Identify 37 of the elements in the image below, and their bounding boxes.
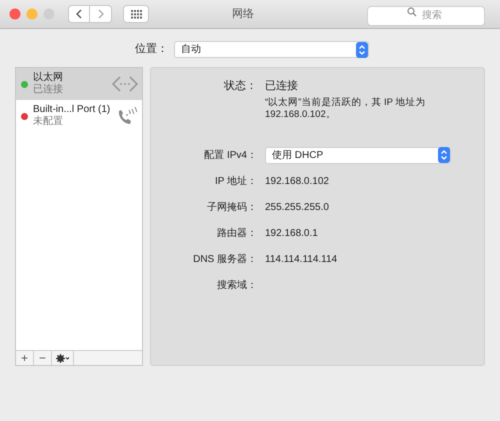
config-label: 配置 IPv4： [203,148,257,162]
field-label: IP 地址： [214,174,257,188]
search-icon [407,7,417,17]
chevron-left-icon [76,9,82,19]
status-label: 状态： [223,78,257,94]
back-button[interactable] [68,5,90,23]
service-status: 未配置 [33,116,64,128]
status-value: 已连接 [265,78,299,94]
toolbar-button[interactable]: + [16,351,34,365]
field-value: 255.255.255.0 [265,200,330,214]
show-all-button[interactable] [123,5,149,23]
service-name: Built-in...l Port (1) [33,104,111,116]
service-name: 以太网 [33,72,64,84]
gear-icon [56,354,70,362]
service-status: 已连接 [33,84,64,96]
location-select[interactable]: 自动 [174,41,369,58]
field-label: DNS 服务器： [192,252,257,266]
config-select[interactable]: 使用 DHCP [265,146,451,164]
field-label: 子网掩码： [206,200,257,214]
service-item[interactable]: 以太网 已连接 [16,68,142,100]
status-note: “以太网”当前是活跃的，其 IP 地址为 192.168.0.102。 [265,96,426,120]
chevron-right-icon [98,9,104,19]
window-title: 网络 [232,6,254,22]
grid-icon [130,10,142,18]
search-field[interactable]: 搜索 [367,6,485,26]
stepper-icon [438,147,450,163]
location-label: 位置： [135,42,168,58]
field-value: 192.168.0.102 [265,174,330,188]
field-value: 192.168.0.1 [265,226,319,240]
arrows-icon [112,75,138,93]
phone-icon [116,105,138,127]
traffic-lights-drawing[interactable] [9,8,55,20]
field-value: 114.114.114.114 [265,252,338,266]
field-label: 路由器： [216,226,257,240]
stepper-icon [356,42,368,58]
field-label: 搜索域： [216,278,257,292]
toolbar-button[interactable]: − [34,351,52,365]
